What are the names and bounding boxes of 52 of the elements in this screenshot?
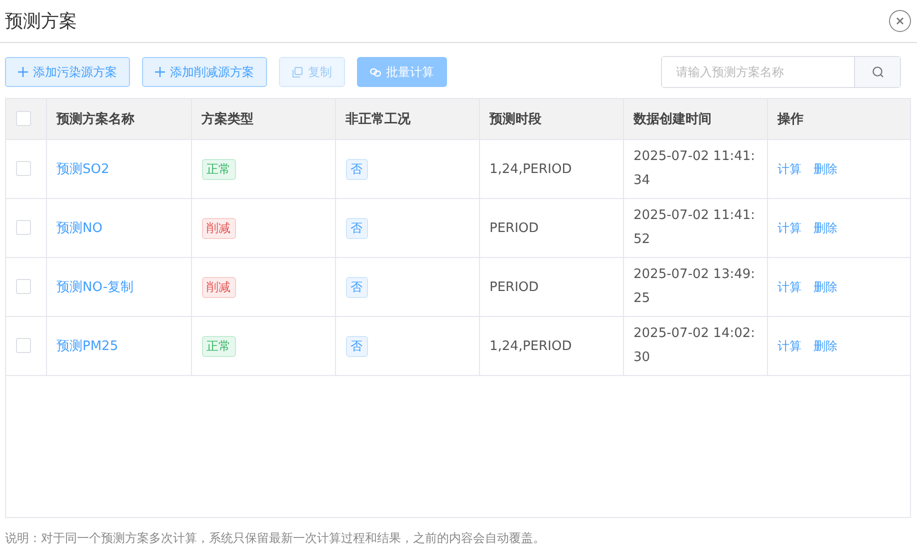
search-button[interactable] — [854, 57, 900, 87]
created-time: 2025-07-02 14:02:30 — [634, 325, 756, 367]
period-text: PERIOD — [490, 220, 539, 236]
scheme-name-link[interactable]: 预测NO — [56, 221, 102, 236]
plus-icon — [18, 67, 28, 77]
scheme-name-link[interactable]: 预测SO2 — [56, 162, 110, 177]
column-header: 预测时段 — [479, 99, 623, 140]
created-time: 2025-07-02 13:49:25 — [634, 266, 756, 308]
row-checkbox[interactable] — [16, 338, 31, 354]
abnormal-tag: 否 — [346, 276, 368, 298]
delete-link[interactable]: 删除 — [814, 162, 838, 176]
link-icon — [370, 66, 381, 78]
period-text: PERIOD — [490, 280, 539, 294]
delete-link[interactable]: 删除 — [814, 280, 838, 294]
abnormal-tag: 否 — [346, 336, 368, 356]
close-button[interactable] — [889, 10, 911, 32]
plus-icon — [155, 67, 165, 77]
period-text: 1,24,PERIOD — [490, 338, 572, 354]
add-button[interactable]: 添加污染源方案 — [5, 57, 130, 87]
type-tag: 正常 — [202, 158, 236, 180]
select-all-checkbox[interactable] — [16, 111, 31, 126]
calculate-link[interactable]: 计算 — [778, 338, 802, 352]
calculate-link[interactable]: 计算 — [778, 162, 802, 176]
column-header: 非正常工况 — [335, 99, 479, 140]
note-text: 说明：对于同一个预测方案多次计算，系统只保留最新一次计算过程和结果，之前的内容会自动覆盖。 — [4, 530, 546, 547]
calculate-link[interactable]: 计算 — [778, 280, 802, 294]
column-header: 数据创建时间 — [623, 99, 767, 140]
created-time: 2025-07-02 11:41:34 — [634, 148, 756, 190]
scheme-name-link[interactable]: 预测NO-复制 — [56, 280, 134, 295]
row-checkbox[interactable] — [16, 220, 31, 236]
type-tag: 正常 — [202, 336, 236, 356]
abnormal-tag: 否 — [346, 218, 368, 238]
created-time: 2025-07-02 11:41:52 — [634, 207, 756, 249]
row-checkbox[interactable] — [16, 161, 31, 176]
delete-link[interactable]: 删除 — [814, 220, 838, 234]
scheme-name-link[interactable]: 预测PM25 — [56, 339, 118, 354]
column-header: 操作 — [767, 99, 910, 140]
calculate-link[interactable]: 计算 — [778, 220, 802, 234]
close-icon — [896, 17, 904, 25]
row-checkbox[interactable] — [16, 279, 31, 294]
abnormal-tag: 否 — [346, 158, 368, 180]
add-button[interactable]: 添加削减源方案 — [142, 57, 267, 87]
type-tag: 削减 — [202, 276, 236, 298]
search-icon — [872, 66, 884, 78]
search-field[interactable]: 请输入预测方案名称 — [661, 56, 901, 88]
dialog-title: 预测方案 — [5, 10, 77, 33]
type-tag: 削减 — [202, 218, 236, 238]
period-text: 1,24,PERIOD — [490, 162, 572, 176]
copy-icon — [292, 66, 303, 78]
column-header: 方案类型 — [191, 99, 335, 140]
column-header: 预测方案名称 — [46, 99, 191, 140]
delete-link[interactable]: 删除 — [814, 338, 838, 352]
